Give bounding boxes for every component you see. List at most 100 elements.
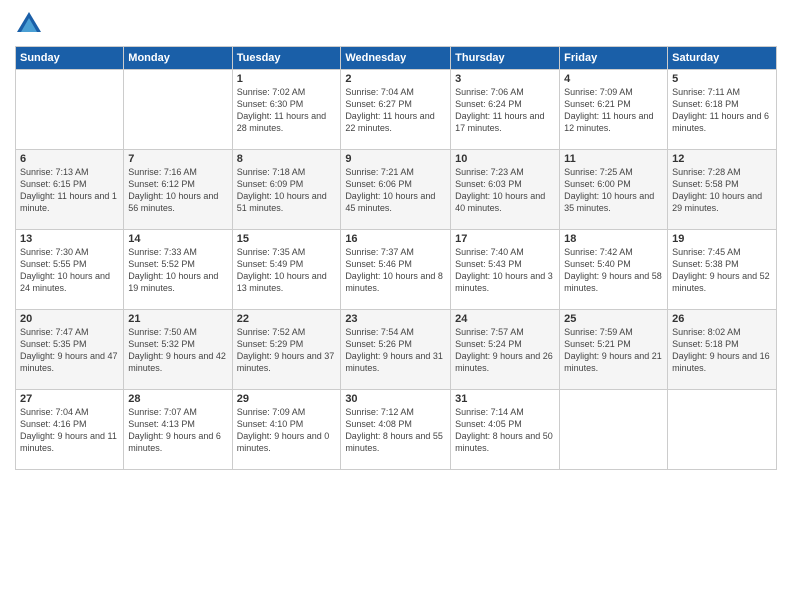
calendar-cell: 2Sunrise: 7:04 AMSunset: 6:27 PMDaylight… bbox=[341, 70, 451, 150]
calendar-cell: 8Sunrise: 7:18 AMSunset: 6:09 PMDaylight… bbox=[232, 150, 341, 230]
weekday-header-sunday: Sunday bbox=[16, 47, 124, 70]
weekday-header-wednesday: Wednesday bbox=[341, 47, 451, 70]
day-info: Sunrise: 7:09 AMSunset: 6:21 PMDaylight:… bbox=[564, 86, 663, 135]
calendar-cell: 15Sunrise: 7:35 AMSunset: 5:49 PMDayligh… bbox=[232, 230, 341, 310]
calendar-cell: 20Sunrise: 7:47 AMSunset: 5:35 PMDayligh… bbox=[16, 310, 124, 390]
calendar-cell bbox=[560, 390, 668, 470]
calendar-cell: 30Sunrise: 7:12 AMSunset: 4:08 PMDayligh… bbox=[341, 390, 451, 470]
day-info: Sunrise: 7:11 AMSunset: 6:18 PMDaylight:… bbox=[672, 86, 772, 135]
day-info: Sunrise: 7:13 AMSunset: 6:15 PMDaylight:… bbox=[20, 166, 119, 215]
weekday-header-saturday: Saturday bbox=[668, 47, 777, 70]
calendar-header: SundayMondayTuesdayWednesdayThursdayFrid… bbox=[16, 47, 777, 70]
calendar-cell: 3Sunrise: 7:06 AMSunset: 6:24 PMDaylight… bbox=[451, 70, 560, 150]
calendar-cell: 14Sunrise: 7:33 AMSunset: 5:52 PMDayligh… bbox=[124, 230, 232, 310]
calendar-cell: 29Sunrise: 7:09 AMSunset: 4:10 PMDayligh… bbox=[232, 390, 341, 470]
day-info: Sunrise: 7:28 AMSunset: 5:58 PMDaylight:… bbox=[672, 166, 772, 215]
day-info: Sunrise: 7:54 AMSunset: 5:26 PMDaylight:… bbox=[345, 326, 446, 375]
day-number: 25 bbox=[564, 313, 663, 325]
day-number: 16 bbox=[345, 233, 446, 245]
page: SundayMondayTuesdayWednesdayThursdayFrid… bbox=[0, 0, 792, 612]
calendar-cell: 23Sunrise: 7:54 AMSunset: 5:26 PMDayligh… bbox=[341, 310, 451, 390]
calendar-cell: 22Sunrise: 7:52 AMSunset: 5:29 PMDayligh… bbox=[232, 310, 341, 390]
logo-icon bbox=[15, 10, 43, 38]
calendar-cell: 18Sunrise: 7:42 AMSunset: 5:40 PMDayligh… bbox=[560, 230, 668, 310]
day-number: 6 bbox=[20, 153, 119, 165]
day-info: Sunrise: 7:23 AMSunset: 6:03 PMDaylight:… bbox=[455, 166, 555, 215]
calendar-cell: 9Sunrise: 7:21 AMSunset: 6:06 PMDaylight… bbox=[341, 150, 451, 230]
day-info: Sunrise: 7:50 AMSunset: 5:32 PMDaylight:… bbox=[128, 326, 227, 375]
day-info: Sunrise: 7:40 AMSunset: 5:43 PMDaylight:… bbox=[455, 246, 555, 295]
calendar-cell: 5Sunrise: 7:11 AMSunset: 6:18 PMDaylight… bbox=[668, 70, 777, 150]
calendar-cell: 7Sunrise: 7:16 AMSunset: 6:12 PMDaylight… bbox=[124, 150, 232, 230]
day-number: 20 bbox=[20, 313, 119, 325]
day-number: 4 bbox=[564, 73, 663, 85]
day-number: 9 bbox=[345, 153, 446, 165]
calendar-cell: 6Sunrise: 7:13 AMSunset: 6:15 PMDaylight… bbox=[16, 150, 124, 230]
day-number: 30 bbox=[345, 393, 446, 405]
calendar-cell: 12Sunrise: 7:28 AMSunset: 5:58 PMDayligh… bbox=[668, 150, 777, 230]
calendar-cell: 28Sunrise: 7:07 AMSunset: 4:13 PMDayligh… bbox=[124, 390, 232, 470]
day-info: Sunrise: 7:07 AMSunset: 4:13 PMDaylight:… bbox=[128, 406, 227, 455]
day-info: Sunrise: 7:30 AMSunset: 5:55 PMDaylight:… bbox=[20, 246, 119, 295]
day-number: 15 bbox=[237, 233, 337, 245]
day-number: 1 bbox=[237, 73, 337, 85]
day-info: Sunrise: 7:09 AMSunset: 4:10 PMDaylight:… bbox=[237, 406, 337, 455]
day-info: Sunrise: 7:12 AMSunset: 4:08 PMDaylight:… bbox=[345, 406, 446, 455]
day-info: Sunrise: 7:04 AMSunset: 4:16 PMDaylight:… bbox=[20, 406, 119, 455]
calendar-cell: 11Sunrise: 7:25 AMSunset: 6:00 PMDayligh… bbox=[560, 150, 668, 230]
calendar-cell: 26Sunrise: 8:02 AMSunset: 5:18 PMDayligh… bbox=[668, 310, 777, 390]
day-number: 23 bbox=[345, 313, 446, 325]
calendar-cell: 4Sunrise: 7:09 AMSunset: 6:21 PMDaylight… bbox=[560, 70, 668, 150]
weekday-header-thursday: Thursday bbox=[451, 47, 560, 70]
day-info: Sunrise: 7:16 AMSunset: 6:12 PMDaylight:… bbox=[128, 166, 227, 215]
weekday-header-row: SundayMondayTuesdayWednesdayThursdayFrid… bbox=[16, 47, 777, 70]
day-number: 8 bbox=[237, 153, 337, 165]
calendar-body: 1Sunrise: 7:02 AMSunset: 6:30 PMDaylight… bbox=[16, 70, 777, 470]
day-number: 26 bbox=[672, 313, 772, 325]
day-info: Sunrise: 8:02 AMSunset: 5:18 PMDaylight:… bbox=[672, 326, 772, 375]
calendar-cell: 27Sunrise: 7:04 AMSunset: 4:16 PMDayligh… bbox=[16, 390, 124, 470]
calendar-cell: 21Sunrise: 7:50 AMSunset: 5:32 PMDayligh… bbox=[124, 310, 232, 390]
day-number: 24 bbox=[455, 313, 555, 325]
week-row-3: 13Sunrise: 7:30 AMSunset: 5:55 PMDayligh… bbox=[16, 230, 777, 310]
calendar-cell: 24Sunrise: 7:57 AMSunset: 5:24 PMDayligh… bbox=[451, 310, 560, 390]
day-info: Sunrise: 7:47 AMSunset: 5:35 PMDaylight:… bbox=[20, 326, 119, 375]
week-row-1: 1Sunrise: 7:02 AMSunset: 6:30 PMDaylight… bbox=[16, 70, 777, 150]
calendar-table: SundayMondayTuesdayWednesdayThursdayFrid… bbox=[15, 46, 777, 470]
weekday-header-friday: Friday bbox=[560, 47, 668, 70]
day-number: 29 bbox=[237, 393, 337, 405]
day-info: Sunrise: 7:02 AMSunset: 6:30 PMDaylight:… bbox=[237, 86, 337, 135]
calendar-cell: 16Sunrise: 7:37 AMSunset: 5:46 PMDayligh… bbox=[341, 230, 451, 310]
day-number: 13 bbox=[20, 233, 119, 245]
day-info: Sunrise: 7:14 AMSunset: 4:05 PMDaylight:… bbox=[455, 406, 555, 455]
day-info: Sunrise: 7:21 AMSunset: 6:06 PMDaylight:… bbox=[345, 166, 446, 215]
day-number: 10 bbox=[455, 153, 555, 165]
day-number: 21 bbox=[128, 313, 227, 325]
day-number: 17 bbox=[455, 233, 555, 245]
day-number: 22 bbox=[237, 313, 337, 325]
calendar-cell: 31Sunrise: 7:14 AMSunset: 4:05 PMDayligh… bbox=[451, 390, 560, 470]
day-number: 19 bbox=[672, 233, 772, 245]
day-number: 14 bbox=[128, 233, 227, 245]
day-info: Sunrise: 7:25 AMSunset: 6:00 PMDaylight:… bbox=[564, 166, 663, 215]
weekday-header-monday: Monday bbox=[124, 47, 232, 70]
day-number: 31 bbox=[455, 393, 555, 405]
day-number: 27 bbox=[20, 393, 119, 405]
calendar-cell bbox=[124, 70, 232, 150]
day-number: 11 bbox=[564, 153, 663, 165]
day-info: Sunrise: 7:37 AMSunset: 5:46 PMDaylight:… bbox=[345, 246, 446, 295]
day-info: Sunrise: 7:57 AMSunset: 5:24 PMDaylight:… bbox=[455, 326, 555, 375]
day-info: Sunrise: 7:45 AMSunset: 5:38 PMDaylight:… bbox=[672, 246, 772, 295]
day-info: Sunrise: 7:06 AMSunset: 6:24 PMDaylight:… bbox=[455, 86, 555, 135]
day-info: Sunrise: 7:52 AMSunset: 5:29 PMDaylight:… bbox=[237, 326, 337, 375]
day-info: Sunrise: 7:33 AMSunset: 5:52 PMDaylight:… bbox=[128, 246, 227, 295]
calendar-cell: 19Sunrise: 7:45 AMSunset: 5:38 PMDayligh… bbox=[668, 230, 777, 310]
day-info: Sunrise: 7:42 AMSunset: 5:40 PMDaylight:… bbox=[564, 246, 663, 295]
calendar-cell bbox=[16, 70, 124, 150]
calendar-cell: 13Sunrise: 7:30 AMSunset: 5:55 PMDayligh… bbox=[16, 230, 124, 310]
day-info: Sunrise: 7:04 AMSunset: 6:27 PMDaylight:… bbox=[345, 86, 446, 135]
week-row-4: 20Sunrise: 7:47 AMSunset: 5:35 PMDayligh… bbox=[16, 310, 777, 390]
day-number: 7 bbox=[128, 153, 227, 165]
calendar-cell: 25Sunrise: 7:59 AMSunset: 5:21 PMDayligh… bbox=[560, 310, 668, 390]
logo bbox=[15, 10, 47, 38]
